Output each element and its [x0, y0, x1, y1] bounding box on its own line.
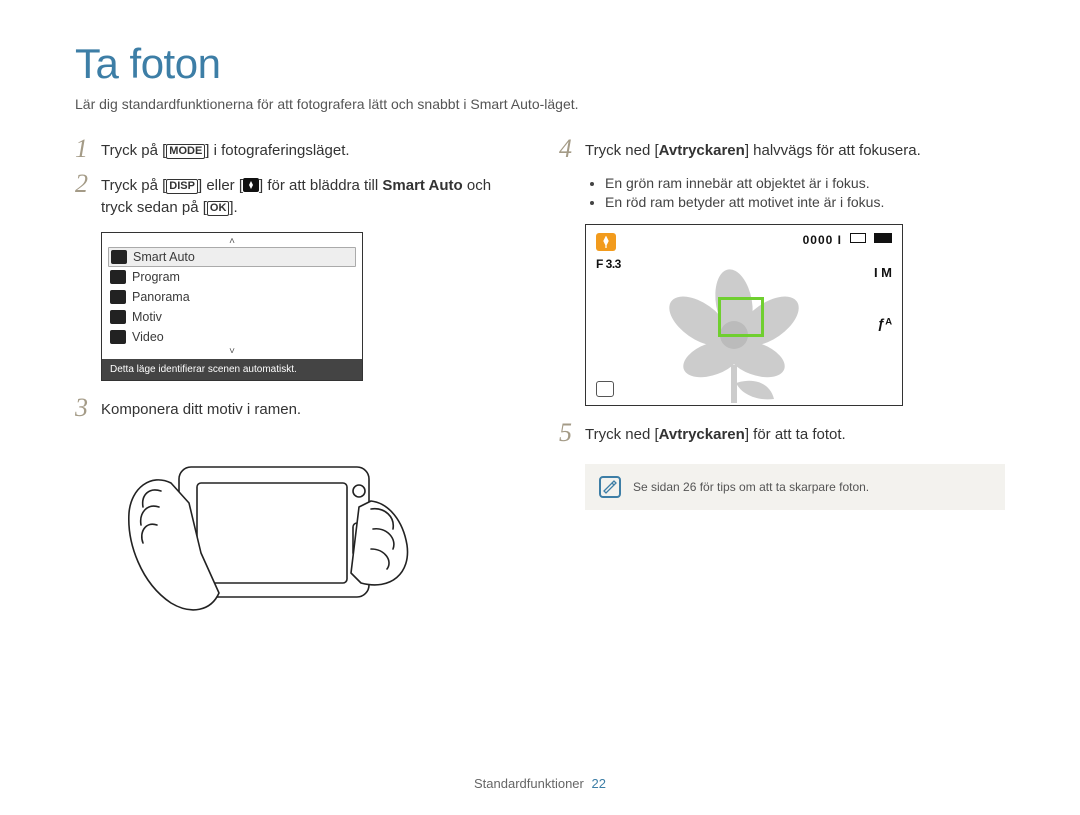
viewfinder-screenshot: F 3.3 0000 I I M ƒᴬ [585, 224, 903, 406]
page-footer: Standardfunktioner 22 [0, 776, 1080, 791]
step-2: 2 Tryck på [DISP] eller [] för att blädd… [75, 175, 499, 220]
smart-auto-label: Smart Auto [382, 177, 462, 194]
text-fragment: ] eller [ [198, 177, 243, 194]
note-text: Se sidan 26 för tips om att ta skarpare … [633, 480, 869, 494]
step-4: 4 Tryck ned [Avtryckaren] halvvägs för a… [559, 140, 1005, 163]
footer-section: Standardfunktioner [474, 776, 584, 791]
step-5: 5 Tryck ned [Avtryckaren] för att ta fot… [559, 424, 1005, 447]
mode-item-video: Video [102, 327, 362, 347]
text-fragment: ] för att bläddra till [259, 177, 382, 194]
macro-mode-icon [596, 233, 616, 251]
resolution-label: I M [874, 265, 892, 280]
aperture-value: F 3.3 [596, 257, 621, 271]
camera-illustration [101, 433, 411, 648]
scene-icon [110, 310, 126, 324]
step-number: 5 [559, 420, 585, 446]
step-number: 4 [559, 136, 585, 162]
text-fragment: Tryck ned [ [585, 426, 659, 443]
card-icon [850, 233, 866, 243]
note-box: Se sidan 26 för tips om att ta skarpare … [585, 464, 1005, 510]
flash-auto-icon: ƒᴬ [877, 315, 892, 331]
text-fragment: Tryck på [ [101, 142, 166, 159]
stabilizer-icon [596, 381, 614, 397]
page-subtitle: Lär dig standardfunktionerna för att fot… [75, 96, 1005, 112]
text-fragment: ] för att ta fotot. [745, 426, 846, 443]
step-number: 2 [75, 171, 101, 197]
mode-item-panorama: Panorama [102, 287, 362, 307]
list-item: En grön ram innebär att objektet är i fo… [605, 175, 1005, 191]
battery-icon [874, 233, 892, 243]
mode-item-smart-auto: Smart Auto [108, 247, 356, 267]
shutter-label: Avtryckaren [659, 426, 745, 443]
text-fragment: ] i fotograferingsläget. [205, 142, 349, 159]
step-text: Tryck ned [Avtryckaren] för att ta fotot… [585, 424, 846, 447]
page-title: Ta foton [75, 40, 1005, 88]
mode-label: Smart Auto [133, 250, 195, 264]
shutter-label: Avtryckaren [659, 142, 745, 159]
step-text: Tryck ned [Avtryckaren] halvvägs för att… [585, 140, 921, 163]
step-text: Tryck på [MODE] i fotograferingsläget. [101, 140, 350, 163]
text-fragment: Tryck på [ [101, 177, 166, 194]
mode-label: Panorama [132, 290, 190, 304]
panorama-icon [110, 290, 126, 304]
step-1: 1 Tryck på [MODE] i fotograferingsläget. [75, 140, 499, 163]
focus-bullets: En grön ram innebär att objektet är i fo… [605, 175, 1005, 210]
mode-list-screenshot: ˄ Smart Auto Program Panorama Motiv [101, 232, 363, 381]
ok-button-label: OK [207, 201, 230, 216]
focus-frame [718, 297, 764, 337]
chevron-up-icon: ˄ [102, 237, 362, 247]
left-column: 1 Tryck på [MODE] i fotograferingsläget.… [75, 140, 499, 648]
step-number: 1 [75, 136, 101, 162]
chevron-down-icon: ˅ [102, 347, 362, 357]
mode-label: Motiv [132, 310, 162, 324]
step-text: Tryck på [DISP] eller [ ] för att bläddra… [101, 175, 499, 220]
step-text: Komponera ditt motiv i ramen. [101, 399, 301, 422]
text-fragment: ]. [229, 199, 237, 216]
disp-button-label: DISP [166, 179, 198, 194]
mode-caption: Detta läge identifierar scenen automatis… [102, 359, 362, 380]
mode-item-program: Program [102, 267, 362, 287]
step-3: 3 Komponera ditt motiv i ramen. [75, 399, 499, 422]
list-item: En röd ram betyder att motivet inte är i… [605, 194, 1005, 210]
camera-icon [111, 250, 127, 264]
camera-icon [110, 270, 126, 284]
mode-label: Program [132, 270, 180, 284]
note-icon [599, 476, 621, 498]
step-number: 3 [75, 395, 101, 421]
macro-icon [243, 178, 259, 192]
right-column: 4 Tryck ned [Avtryckaren] halvvägs för a… [559, 140, 1005, 648]
text-fragment: Tryck ned [ [585, 142, 659, 159]
video-icon [110, 330, 126, 344]
mode-button-label: MODE [166, 144, 205, 159]
page-number: 22 [592, 776, 606, 791]
mode-label: Video [132, 330, 164, 344]
mode-item-motiv: Motiv [102, 307, 362, 327]
text-fragment: ] halvvägs för att fokusera. [745, 142, 921, 159]
shot-count: 0000 I [803, 233, 842, 247]
